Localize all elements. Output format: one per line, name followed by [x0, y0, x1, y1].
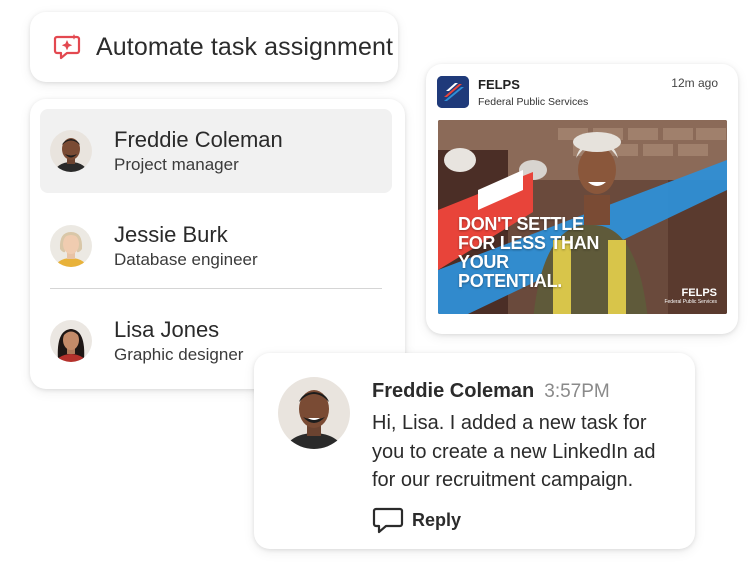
- social-post-card[interactable]: FELPS Federal Public Services 12m ago DO…: [426, 64, 738, 334]
- ad-image: DON'T SETTLE FOR LESS THAN YOUR POTENTIA…: [438, 120, 727, 314]
- avatar: [278, 377, 350, 449]
- reply-label: Reply: [412, 509, 462, 530]
- sparkle-chat-icon: [53, 34, 81, 60]
- ad-brand: FELPS Federal Public Services: [664, 288, 717, 306]
- ad-brand-name: FELPS: [681, 287, 717, 299]
- person-name: Freddie Coleman: [114, 127, 283, 152]
- felps-logo-icon: [437, 76, 469, 108]
- list-item-freddie-coleman[interactable]: Freddie Coleman Project manager: [40, 109, 392, 193]
- person-name: Lisa Jones: [114, 317, 220, 342]
- person-role: Database engineer: [114, 250, 258, 269]
- post-author-subtitle: Federal Public Services: [478, 96, 589, 108]
- person-name: Jessie Burk: [114, 222, 228, 247]
- ad-headline-line: DON'T SETTLE: [458, 214, 584, 234]
- ad-headline-line: POTENTIAL.: [458, 271, 562, 291]
- automate-header-card[interactable]: Automate task assignment: [30, 12, 398, 82]
- ad-headline-line: YOUR: [458, 252, 509, 272]
- speech-bubble-icon: [372, 507, 404, 534]
- ad-headline-line: FOR LESS THAN: [458, 233, 600, 253]
- message-timestamp: 3:57PM: [544, 381, 610, 402]
- message-body: Hi, Lisa. I added a new task for you to …: [372, 412, 656, 491]
- assignee-list: Freddie Coleman Project manager Jessie B…: [30, 99, 405, 389]
- ad-brand-subtitle: Federal Public Services: [664, 299, 717, 305]
- post-author: FELPS: [478, 77, 520, 92]
- avatar: [50, 225, 92, 267]
- post-timestamp: 12m ago: [671, 76, 718, 90]
- list-item-jessie-burk[interactable]: Jessie Burk Database engineer: [40, 204, 392, 288]
- chat-message-card: Freddie Coleman 3:57PM Hi, Lisa. I added …: [254, 353, 695, 549]
- person-role: Project manager: [114, 155, 239, 174]
- sender-name: Freddie Coleman: [372, 380, 535, 402]
- message-sender: Freddie Coleman 3:57PM: [372, 380, 610, 403]
- page-title: Automate task assignment: [96, 32, 393, 61]
- reply-button[interactable]: Reply: [372, 506, 461, 534]
- person-role: Graphic designer: [114, 345, 244, 364]
- avatar: [50, 320, 92, 362]
- ad-headline: DON'T SETTLE FOR LESS THAN YOUR POTENTIA…: [458, 215, 599, 291]
- avatar: [50, 130, 92, 172]
- list-divider: [50, 288, 382, 289]
